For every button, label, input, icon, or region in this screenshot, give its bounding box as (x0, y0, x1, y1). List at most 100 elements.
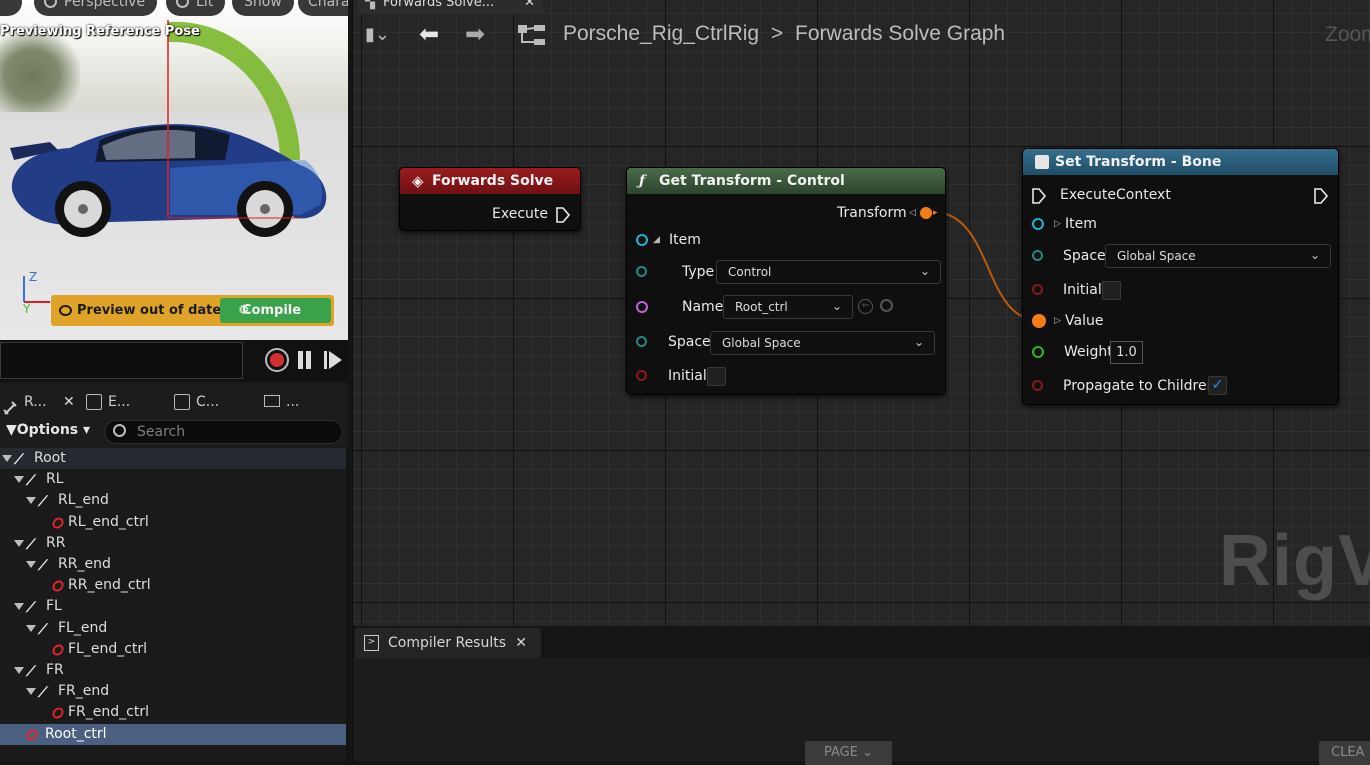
expand-arrow-icon[interactable] (26, 688, 36, 695)
expand-arrow-icon[interactable] (14, 667, 24, 674)
tab-compiler-results[interactable]: > Compiler Results ✕ (355, 628, 541, 658)
tab-book[interactable]: ... (262, 384, 299, 420)
set-initial-checkbox[interactable] (1102, 281, 1121, 300)
tree-item-label: Root (34, 450, 66, 466)
set-initial-pin-icon (1032, 284, 1043, 295)
control-icon (50, 515, 66, 531)
tree-item[interactable]: Root_ctrl (0, 724, 346, 745)
tree-item[interactable]: ⟋ RR_end (0, 554, 346, 575)
space-dropdown[interactable]: Global Space ⌄ (710, 331, 935, 355)
type-dropdown[interactable]: Control ⌄ (716, 260, 941, 284)
forwards-solve-node[interactable]: ◈ Forwards Solve Execute (399, 167, 581, 231)
type-pin-icon (636, 266, 647, 277)
set-transform-node[interactable]: Set Transform - Bone ExecuteContext ▷ It… (1022, 148, 1339, 405)
copy-icon (86, 394, 102, 410)
graph-watermark: RigVM (1219, 521, 1370, 601)
tree-item[interactable]: ⟋ FL_end (0, 618, 346, 639)
options-row: ▼Options ▾ Search (0, 418, 348, 446)
chevron-down-icon: ⌄ (831, 299, 842, 313)
expand-arrow-icon[interactable] (26, 625, 36, 632)
initial-checkbox[interactable] (707, 367, 726, 386)
eye-icon (59, 305, 72, 316)
tree-item-label: FL_end_ctrl (68, 641, 148, 657)
name-dropdown[interactable]: Root_ctrl ⌄ (723, 295, 853, 319)
forwards-solve-execute-pin[interactable]: Execute (492, 203, 570, 225)
tab-close-icon[interactable]: ✕ (63, 394, 75, 410)
step-forward-button[interactable] (324, 351, 342, 369)
bone-icon: ⟋ (38, 622, 48, 638)
book-icon (264, 395, 280, 407)
hierarchy-tabs: R... ✕ E... C... ... (0, 384, 348, 420)
tree-item[interactable]: FL_end_ctrl (0, 639, 346, 660)
chevron-down-icon: ⌄ (1309, 248, 1320, 262)
lit-button[interactable]: Lit (166, 0, 226, 16)
hierarchy-tree: ⟋ Root ⟋ RL ⟋ RL_end RL_end_ctrl ⟋ RR ⟋ RR_end RR_e… (0, 448, 346, 753)
execute-input-icon (1032, 188, 1046, 204)
use-selected-icon[interactable]: ⇐ (858, 299, 873, 314)
perspective-button[interactable]: Perspective (34, 0, 158, 16)
mutable-node-icon (1035, 155, 1049, 169)
tree-item[interactable]: ⟋ Root (0, 448, 346, 469)
bone-icon (2, 394, 18, 415)
tree-item[interactable]: ⟋ RL (0, 469, 346, 490)
set-space-dropdown[interactable]: Global Space ⌄ (1105, 244, 1331, 268)
tree-item-label: RR_end_ctrl (68, 577, 151, 593)
execute-output-icon (1314, 188, 1328, 204)
name-pin-icon (636, 301, 648, 313)
tab-c[interactable]: C... (172, 384, 219, 420)
bone-icon: ⟋ (26, 664, 36, 680)
curve-icon (174, 394, 190, 410)
page-button[interactable]: PAGE ⌄ (805, 741, 892, 765)
tree-item[interactable]: ⟋ RL_end (0, 490, 346, 511)
execute-context-pin[interactable]: ExecuteContext (1032, 184, 1332, 206)
browse-search-icon[interactable] (880, 299, 893, 312)
tree-item-label: FR_end (58, 683, 110, 699)
tab-e[interactable]: E... (84, 384, 130, 420)
compiler-tab-close-icon[interactable]: ✕ (515, 628, 527, 658)
tree-item-label: RR (46, 535, 66, 551)
expand-arrow-icon[interactable] (26, 497, 36, 504)
character-button[interactable]: Chara (298, 0, 348, 16)
viewport[interactable]: Perspective Lit Show Chara Previewing Re… (0, 0, 348, 340)
transform-output-pin[interactable]: Transform ◁ ▸ (837, 202, 938, 224)
expand-arrow-icon[interactable] (2, 455, 12, 462)
tree-item-label: RL_end (58, 492, 109, 508)
tree-item-label: RL (46, 471, 64, 487)
tree-item[interactable]: RL_end_ctrl (0, 512, 346, 533)
tab-rig-hierarchy[interactable]: R... ✕ (0, 384, 75, 420)
propagate-checkbox[interactable]: ✓ (1208, 376, 1227, 395)
clear-button[interactable]: CLEA (1319, 741, 1370, 765)
graph-editor[interactable]: ▚ Forwards Solve... ✕ ▮⌄ ⬅ ➡ Porsche_Rig… (352, 0, 1370, 626)
timeline-field[interactable] (0, 342, 243, 379)
expand-arrow-icon[interactable] (14, 603, 24, 610)
expand-arrow-icon[interactable] (14, 476, 24, 483)
control-icon (50, 642, 66, 658)
expand-right-icon: ▷ (1054, 219, 1061, 229)
tree-item-label: FL (46, 598, 62, 614)
options-button[interactable]: ▼Options ▾ (6, 422, 90, 438)
compile-button[interactable]: ⚙ Compile (220, 298, 331, 323)
record-button[interactable] (265, 348, 289, 372)
get-transform-node[interactable]: ƒ Get Transform - Control Transform ◁ ▸ … (626, 167, 946, 395)
control-icon (50, 578, 66, 594)
show-button[interactable]: Show (232, 0, 294, 16)
transport-bar (0, 340, 348, 382)
tree-item[interactable]: ⟋ FR_end (0, 681, 346, 702)
tree-item[interactable]: ⟋ RR (0, 533, 346, 554)
tree-item[interactable]: ⟋ FL (0, 596, 346, 617)
tree-item[interactable]: RR_end_ctrl (0, 575, 346, 596)
weight-field[interactable]: 1.0 (1110, 341, 1143, 364)
tree-item[interactable]: ⟋ FR (0, 660, 346, 681)
search-input[interactable]: Search (104, 420, 343, 444)
expand-arrow-icon[interactable] (14, 540, 24, 547)
tree-item[interactable]: FR_end_ctrl (0, 702, 346, 723)
expand-arrow-icon[interactable] (26, 561, 36, 568)
preview-out-of-date-button[interactable]: Preview out of date (57, 299, 221, 323)
pause-button[interactable] (297, 351, 313, 369)
tree-item-label: FR_end_ctrl (68, 704, 149, 720)
bone-icon: ⟋ (38, 494, 48, 510)
compiler-panel: > Compiler Results ✕ PAGE ⌄ CLEA (352, 626, 1370, 765)
lit-icon (176, 0, 189, 8)
axis-y-label: Y (23, 302, 31, 316)
weight-pin-icon (1032, 346, 1044, 358)
